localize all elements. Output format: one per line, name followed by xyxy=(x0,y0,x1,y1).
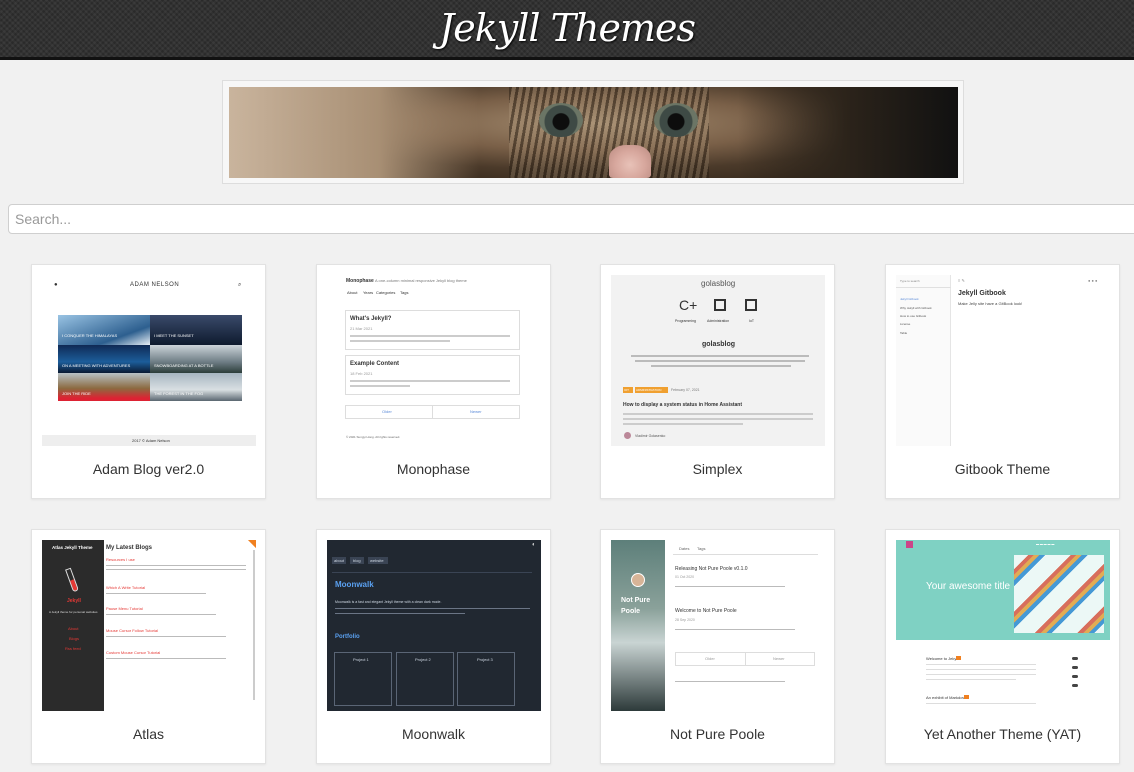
site-title[interactable]: Jekyll Themes xyxy=(439,6,696,50)
theme-preview: Atlas Jekyll Theme Jekyll A Jekyll theme… xyxy=(42,540,256,711)
theme-card-adam-blog[interactable]: ● ADAM NELSON ⌕ I CONQUER THE HIMALAYAS … xyxy=(31,264,266,499)
theme-name[interactable]: Atlas xyxy=(32,726,265,742)
theme-preview: Type to search Jekyll Gitbook Why Jekyll… xyxy=(896,275,1110,446)
theme-name[interactable]: Not Pure Poole xyxy=(601,726,834,742)
theme-card-not-pure-poole[interactable]: Not Pure Poole Dates Tags Releasing Not … xyxy=(600,529,835,764)
kitten-banner-image xyxy=(229,87,958,178)
theme-preview: Not Pure Poole Dates Tags Releasing Not … xyxy=(611,540,825,711)
theme-name[interactable]: Moonwalk xyxy=(317,726,550,742)
search-input[interactable] xyxy=(8,204,1134,234)
theme-card-yat[interactable]: ▬ ▬ ▬ ▬ ▬ Your awesome title Welcome to … xyxy=(885,529,1120,764)
theme-name[interactable]: Simplex xyxy=(601,461,834,477)
theme-card-moonwalk[interactable]: about blog website ◐ Moonwalk Moonwalk i… xyxy=(316,529,551,764)
theme-card-simplex[interactable]: golasblog C+ Programming Administration … xyxy=(600,264,835,499)
theme-name[interactable]: Yet Another Theme (YAT) xyxy=(886,726,1119,742)
theme-name[interactable]: Adam Blog ver2.0 xyxy=(32,461,265,477)
theme-preview: Monophase A one-column minimal responsiv… xyxy=(327,275,541,446)
theme-preview: ● ADAM NELSON ⌕ I CONQUER THE HIMALAYAS … xyxy=(42,275,256,446)
banner-frame xyxy=(222,80,964,184)
theme-card-atlas[interactable]: Atlas Jekyll Theme Jekyll A Jekyll theme… xyxy=(31,529,266,764)
theme-card-gitbook[interactable]: Type to search Jekyll Gitbook Why Jekyll… xyxy=(885,264,1120,499)
theme-card-monophase[interactable]: Monophase A one-column minimal responsiv… xyxy=(316,264,551,499)
theme-preview: golasblog C+ Programming Administration … xyxy=(611,275,825,446)
theme-name[interactable]: Gitbook Theme xyxy=(886,461,1119,477)
theme-name[interactable]: Monophase xyxy=(317,461,550,477)
theme-preview: about blog website ◐ Moonwalk Moonwalk i… xyxy=(327,540,541,711)
site-header: Jekyll Themes xyxy=(0,0,1134,60)
theme-preview: ▬ ▬ ▬ ▬ ▬ Your awesome title Welcome to … xyxy=(896,540,1110,711)
